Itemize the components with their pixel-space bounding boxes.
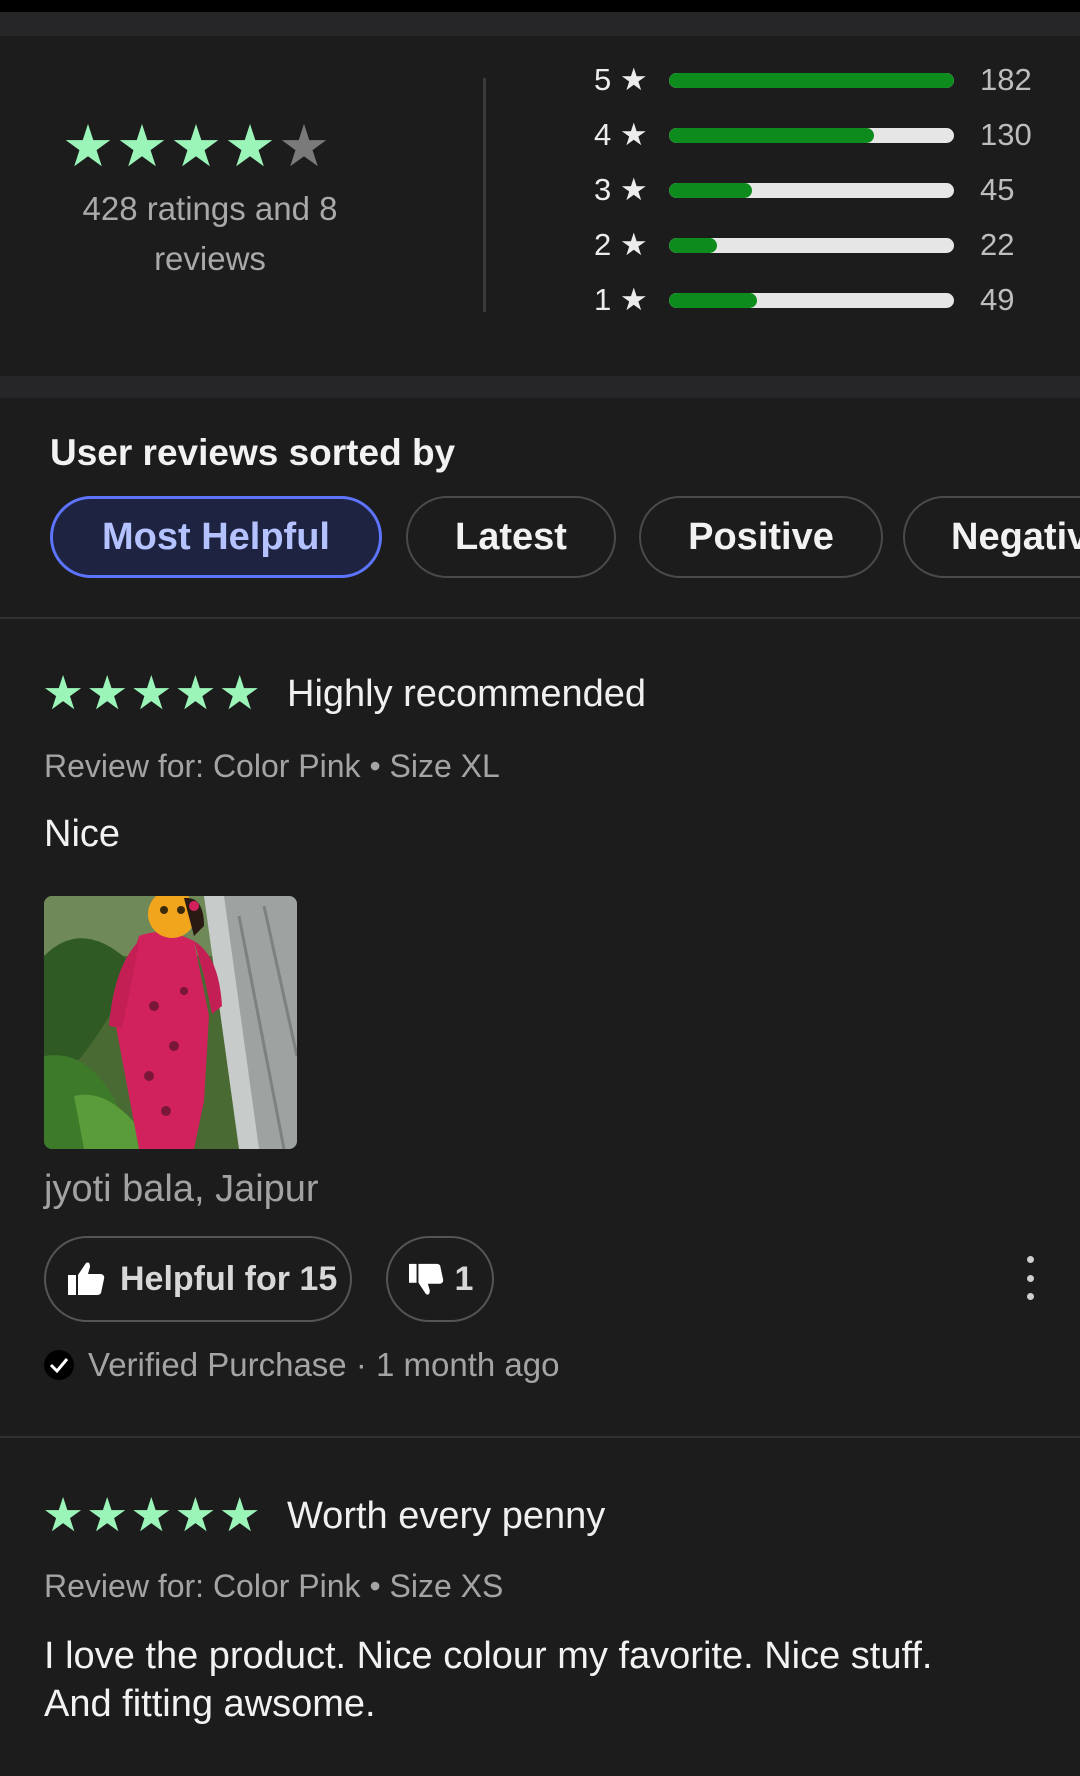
- rating-distribution: 5 ★ 182 4 ★ 130 3 ★ 45 2 ★ 22 1 ★ 49: [590, 60, 1060, 335]
- sort-chip-latest[interactable]: Latest: [406, 496, 616, 578]
- section-separator: [0, 376, 1080, 398]
- star-icon: ★: [62, 114, 114, 179]
- rating-row-count: 22: [980, 227, 1015, 262]
- rating-row-4[interactable]: 4 ★ 130: [590, 115, 1060, 170]
- review-body-line: And fitting awsome.: [44, 1683, 376, 1725]
- rating-bar-fill: [669, 183, 752, 198]
- star-icon: ★: [174, 666, 217, 719]
- rating-bar-fill: [669, 128, 875, 143]
- review-rating-stars: ★ ★ ★ ★ ★: [42, 1490, 261, 1540]
- rating-bar: [669, 128, 954, 143]
- star-icon: ★: [86, 1488, 129, 1541]
- thumbs-up-icon: [68, 1262, 105, 1295]
- rating-row-label: 3 ★: [594, 172, 648, 207]
- top-divider: [0, 0, 1080, 12]
- rating-row-count: 182: [980, 62, 1032, 97]
- rating-bar-fill: [669, 293, 758, 308]
- star-icon: ★: [174, 1488, 217, 1541]
- sort-chip-negative[interactable]: Negative: [903, 496, 1080, 578]
- review-body: I love the product. Nice colour my favor…: [44, 1632, 1064, 1728]
- review-variant: Review for: Color Pink • Size XL: [44, 748, 500, 784]
- helpful-count-label: Helpful for 15: [120, 1259, 338, 1298]
- rating-row-label: 4 ★: [594, 117, 648, 152]
- rating-row-label: 5 ★: [594, 62, 648, 97]
- star-icon: ★: [42, 666, 85, 719]
- sort-heading: User reviews sorted by: [50, 432, 456, 473]
- star-icon: ★: [130, 1488, 173, 1541]
- rating-row-count: 49: [980, 282, 1015, 317]
- helpful-button[interactable]: Helpful for 15: [44, 1236, 352, 1322]
- review-card: ★ ★ ★ ★ ★ Worth every penny Review for: …: [0, 1490, 1080, 1776]
- rating-row-count: 130: [980, 117, 1032, 152]
- not-helpful-button[interactable]: 1: [386, 1236, 494, 1322]
- section-separator: [0, 12, 1080, 36]
- review-variant: Review for: Color Pink • Size XS: [44, 1568, 504, 1604]
- rating-bar: [669, 183, 954, 198]
- review-divider: [0, 617, 1080, 619]
- review-author: jyoti bala, Jaipur: [44, 1168, 319, 1210]
- review-divider: [0, 1436, 1080, 1438]
- star-icon: ★: [218, 1488, 261, 1541]
- star-icon: ★: [42, 1488, 85, 1541]
- verified-purchase: Verified Purchase · 1 month ago: [44, 1346, 559, 1384]
- review-card: ★ ★ ★ ★ ★ Highly recommended Review for:…: [0, 668, 1080, 1428]
- rating-row-label: 1 ★: [594, 282, 648, 317]
- star-icon: ★: [130, 666, 173, 719]
- rating-bar-fill: [669, 238, 718, 253]
- star-icon: ★: [170, 114, 222, 179]
- sort-chips: Most Helpful Latest Positive Negative: [50, 496, 1080, 582]
- rating-row-5[interactable]: 5 ★ 182: [590, 60, 1060, 115]
- not-helpful-count: 1: [454, 1259, 474, 1298]
- rating-summary: ★ ★ ★ ★ ★ 428 ratings and 8 reviews 5 ★ …: [0, 36, 1080, 376]
- rating-row-1[interactable]: 1 ★ 49: [590, 280, 1060, 335]
- sort-chip-positive[interactable]: Positive: [639, 496, 883, 578]
- rating-bar-fill: [669, 73, 954, 88]
- star-icon: ★: [218, 666, 261, 719]
- rating-bar: [669, 293, 954, 308]
- star-icon: ★: [86, 666, 129, 719]
- summary-divider: [483, 78, 486, 312]
- review-body: Nice: [44, 813, 121, 855]
- rating-bar: [669, 238, 954, 253]
- star-icon: ★: [116, 114, 168, 179]
- star-empty-icon: ★: [278, 114, 330, 179]
- review-title: Worth every penny: [287, 1495, 606, 1537]
- review-photo-image: [44, 896, 297, 1149]
- verified-text: Verified Purchase · 1 month ago: [88, 1346, 560, 1383]
- review-rating-stars: ★ ★ ★ ★ ★: [42, 668, 261, 718]
- rating-row-count: 45: [980, 172, 1015, 207]
- rating-row-3[interactable]: 3 ★ 45: [590, 170, 1060, 225]
- review-title: Highly recommended: [287, 673, 647, 715]
- rating-row-label: 2 ★: [594, 227, 648, 262]
- star-icon: ★: [224, 114, 276, 179]
- rating-row-2[interactable]: 2 ★ 22: [590, 225, 1060, 280]
- more-vertical-icon[interactable]: [1016, 1256, 1044, 1300]
- rating-bar: [669, 73, 954, 88]
- average-rating-stars: ★ ★ ★ ★ ★: [62, 116, 352, 178]
- ratings-count-text: 428 ratings and 8 reviews: [82, 190, 338, 277]
- review-body-line: I love the product. Nice colour my favor…: [44, 1635, 933, 1677]
- check-icon: [44, 1350, 74, 1380]
- sort-chip-most-helpful[interactable]: Most Helpful: [50, 496, 382, 578]
- review-photo[interactable]: [44, 896, 297, 1149]
- thumbs-down-icon: [408, 1263, 443, 1295]
